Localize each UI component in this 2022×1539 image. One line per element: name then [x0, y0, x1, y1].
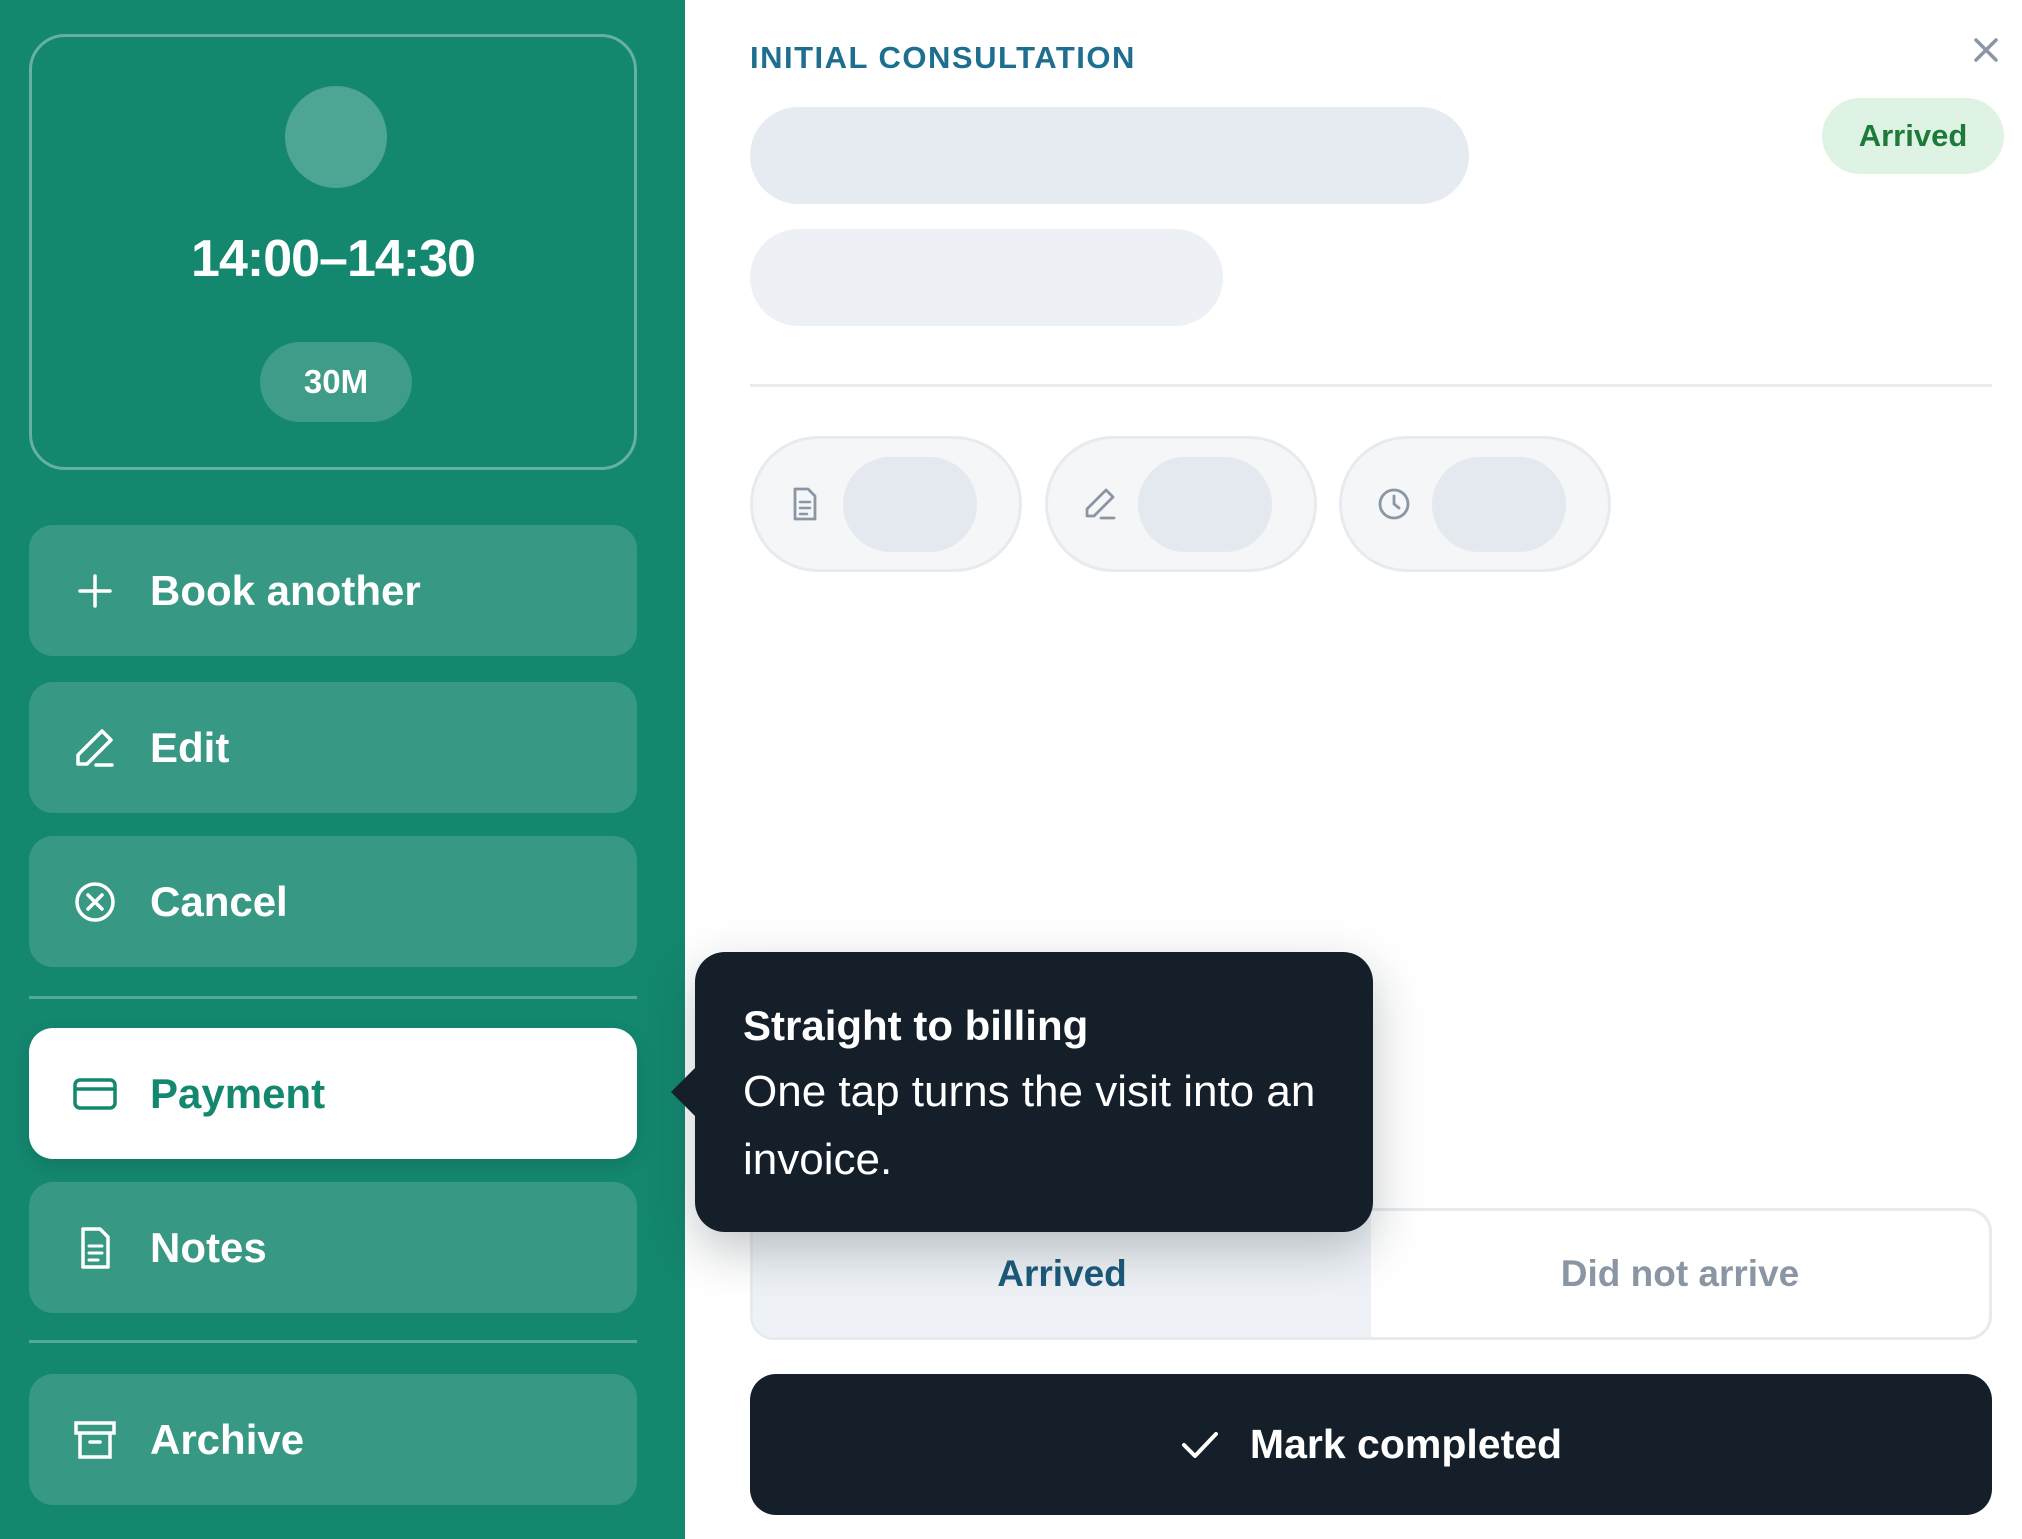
cancel-label: Cancel: [150, 877, 288, 925]
edit-label: Edit: [150, 723, 230, 771]
pencil-icon: [1080, 484, 1120, 524]
close-button[interactable]: [1966, 30, 2006, 70]
appointment-time-range: 14:00–14:30: [191, 230, 476, 288]
tooltip-body: One tap turns the visit into an invoice.: [743, 1067, 1316, 1184]
payment-button[interactable]: Payment: [29, 1028, 637, 1159]
payment-label: Payment: [150, 1069, 326, 1117]
archive-button[interactable]: Archive: [29, 1374, 637, 1505]
client-subtitle-placeholder: [750, 229, 1223, 326]
notes-label: Notes: [150, 1223, 267, 1271]
tooltip-arrow: [671, 1068, 695, 1116]
mark-completed-label: Mark completed: [1249, 1421, 1563, 1467]
plus-icon: [71, 567, 119, 615]
pencil-icon: [71, 724, 119, 772]
divider: [29, 996, 637, 999]
mark-completed-button[interactable]: Mark completed: [750, 1374, 1992, 1515]
edit-button[interactable]: Edit: [29, 682, 637, 813]
client-name-placeholder: [750, 107, 1469, 204]
time-chip[interactable]: [1339, 436, 1611, 572]
clock-icon: [1374, 484, 1414, 524]
document-icon: [785, 484, 825, 524]
appointment-time-card: 14:00–14:30 30M: [29, 34, 637, 470]
cancel-button[interactable]: Cancel: [29, 836, 637, 967]
appointment-actions-panel: 14:00–14:30 30M Book another Edit Cancel…: [0, 0, 685, 1539]
book-another-button[interactable]: Book another: [29, 525, 637, 656]
divider: [750, 384, 1992, 387]
duration-badge: 30M: [260, 342, 412, 422]
credit-card-icon: [71, 1070, 119, 1118]
appointment-type: INITIAL CONSULTATION: [750, 40, 1136, 75]
tooltip-title: Straight to billing: [743, 1002, 1089, 1049]
status-badge: Arrived: [1822, 98, 2004, 174]
notes-chip[interactable]: [750, 436, 1022, 572]
chip-value-placeholder: [843, 457, 977, 552]
onboarding-tooltip: Straight to billing One tap turns the vi…: [671, 952, 1373, 1232]
edit-chip[interactable]: [1045, 436, 1317, 572]
checkmark-icon: [1181, 1431, 1218, 1458]
avatar: [285, 86, 387, 188]
notes-button[interactable]: Notes: [29, 1182, 637, 1313]
document-icon: [71, 1224, 119, 1272]
chip-value-placeholder: [1432, 457, 1566, 552]
book-another-label: Book another: [150, 566, 421, 614]
archive-box-icon: [71, 1416, 119, 1464]
x-circle-icon: [71, 878, 119, 926]
close-icon: [1974, 38, 1998, 62]
chip-value-placeholder: [1138, 457, 1272, 552]
did-not-arrive-option[interactable]: Did not arrive: [1371, 1211, 1989, 1337]
divider: [29, 1340, 637, 1343]
archive-label: Archive: [150, 1415, 305, 1463]
